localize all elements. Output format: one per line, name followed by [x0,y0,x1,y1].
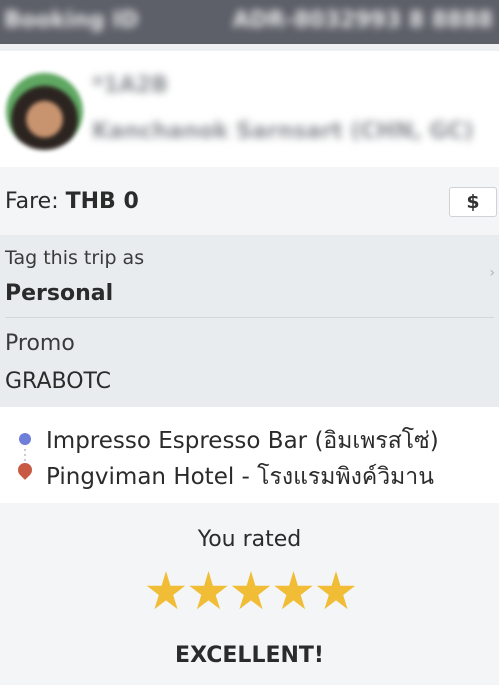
fare-label: Fare: [5,189,66,214]
promo-caption: Promo [5,331,75,356]
driver-card: *1A2B Kanchanok Sarnsart (CHN, GC) [0,51,499,167]
star-icon [146,571,186,610]
star-icon [189,571,228,610]
section-divider [0,44,499,51]
star-icon [316,571,356,610]
star-icon [274,571,313,610]
trip-tag-value: Personal [5,281,114,306]
rating-section: You rated EXCELLENT! [0,503,499,685]
fare-row: Fare: THB 0 $ [0,167,499,235]
pickup-location: Impresso Espresso Bar (อิมเพรสโซ่) [46,428,439,454]
fare-details-button[interactable]: $ [449,187,497,217]
rating-word: EXCELLENT! [175,643,324,668]
driver-details: Kanchanok Sarnsart (CHN, GC) [92,119,474,144]
vehicle-plate: *1A2B [92,73,168,98]
fare-text: Fare: THB 0 [5,189,139,214]
route-card: Impresso Espresso Bar (อิมเพรสโซ่) Pingv… [0,407,499,503]
rating-caption: You rated [197,527,302,552]
trip-tag-section: Tag this trip as Personal › Promo GRABOT… [0,235,499,407]
booking-id-label: Booking ID [4,8,139,33]
chevron-right-icon: › [489,265,495,281]
booking-id-value: ADR-8032993 8 8888 [232,8,493,33]
dropoff-pin-icon [15,460,35,480]
trip-tag-caption: Tag this trip as [5,247,145,269]
fare-amount: THB 0 [65,189,139,214]
pickup-dot-icon [19,433,31,445]
driver-avatar [6,73,83,150]
tag-divider [5,317,494,318]
star-rating [146,571,356,615]
star-icon [231,571,271,610]
booking-header: Booking ID ADR-8032993 8 8888 [0,0,499,44]
promo-code: GRABOTC [5,369,112,394]
dropoff-location: Pingviman Hotel - โรงแรมพิงค์วิมาน [46,464,434,490]
